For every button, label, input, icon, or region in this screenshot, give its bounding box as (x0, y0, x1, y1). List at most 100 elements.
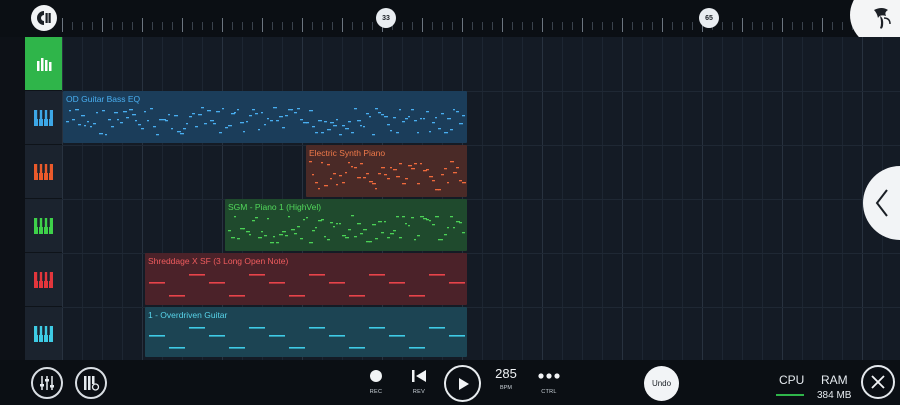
clip-name: OD Guitar Bass EQ (66, 94, 141, 104)
timeline-bar[interactable]: 33 65 (0, 0, 900, 50)
channel-rack-icon (84, 376, 100, 391)
ruler-tick (332, 22, 333, 30)
ruler-tick (232, 22, 233, 30)
mixer-sliders-icon (40, 376, 54, 390)
ruler-tick (752, 22, 753, 30)
ruler-tick (312, 22, 313, 30)
fl-logo-icon (37, 11, 51, 25)
ruler-tick-major (622, 18, 623, 32)
track-header-5[interactable] (25, 307, 62, 361)
ruler-tick (472, 22, 473, 30)
piano-keys-icon (33, 217, 53, 234)
bar-marker-33: 33 (376, 8, 396, 28)
ram-value: 384 MB (817, 390, 852, 401)
ruler-tick (552, 22, 553, 30)
track-header-1[interactable] (25, 91, 62, 145)
track-header-2[interactable] (25, 145, 62, 199)
cpu-label: CPU (779, 373, 805, 387)
ruler-tick (532, 22, 533, 30)
track-divider (62, 145, 900, 146)
ruler-tick (652, 22, 653, 30)
ruler-tick-major (342, 18, 343, 32)
ctrl-button[interactable]: CTRL (529, 363, 569, 403)
ruler-tick (732, 22, 733, 30)
record-button[interactable]: REC (356, 363, 396, 403)
close-icon (871, 375, 885, 389)
ruler-tick (802, 22, 803, 30)
ruler-tick-major (142, 18, 143, 32)
ruler-tick-major (262, 18, 263, 32)
ruler-tick (72, 22, 73, 30)
undo-button[interactable]: Undo (644, 366, 679, 401)
app-menu-button[interactable] (31, 5, 57, 31)
ruler-tick (812, 22, 813, 30)
clip-name: Electric Synth Piano (309, 148, 386, 158)
ruler-tick-major (542, 18, 543, 32)
fl-fruit-icon (874, 8, 891, 29)
ruler-tick (112, 22, 113, 30)
fl-studio-mobile-playlist: 33 65 OD Guitar Bass EQ Electric Synth P… (0, 0, 900, 405)
timeline-ruler[interactable] (62, 18, 900, 32)
ruler-tick (482, 22, 483, 30)
ruler-tick (592, 22, 593, 30)
ruler-tick-major (742, 18, 743, 32)
mixer-bars-icon (36, 57, 51, 71)
ruler-tick (682, 22, 683, 30)
clip-overdriven-guitar[interactable]: 1 - Overdriven Guitar (145, 307, 467, 357)
ruler-tick-major (102, 18, 103, 32)
rewind-button[interactable]: REV (399, 363, 439, 403)
ruler-tick (832, 22, 833, 30)
ruler-tick (172, 22, 173, 30)
clip-name: 1 - Overdriven Guitar (148, 310, 228, 320)
ruler-tick (452, 22, 453, 30)
ruler-tick (492, 22, 493, 30)
ruler-tick (352, 22, 353, 30)
track-header-3[interactable] (25, 199, 62, 253)
ruler-tick (412, 22, 413, 30)
play-icon (458, 377, 469, 390)
ruler-tick-major (462, 18, 463, 32)
track-header-4[interactable] (25, 253, 62, 307)
clip-electric-synth-piano[interactable]: Electric Synth Piano (306, 145, 467, 197)
ruler-tick (242, 22, 243, 30)
ruler-tick (572, 22, 573, 30)
ruler-tick-major (222, 18, 223, 32)
play-button[interactable] (444, 365, 481, 402)
ruler-tick (362, 22, 363, 30)
ram-label: RAM (821, 373, 848, 387)
track-header-column (25, 37, 62, 361)
chevron-left-icon (875, 189, 888, 217)
ruler-tick (192, 22, 193, 30)
bpm-label: BPM (500, 385, 512, 391)
ruler-tick (402, 22, 403, 30)
ruler-tick (252, 22, 253, 30)
ruler-tick (602, 22, 603, 30)
ruler-tick-major (822, 18, 823, 32)
ruler-tick (522, 22, 523, 30)
piano-keys-icon (33, 163, 53, 180)
ruler-tick (152, 22, 153, 30)
ruler-tick-major (582, 18, 583, 32)
ruler-tick (672, 22, 673, 30)
ruler-tick (512, 22, 513, 30)
channel-rack-button[interactable] (75, 367, 107, 399)
clip-name: Shreddage X SF (3 Long Open Note) (148, 256, 289, 266)
cpu-usage-bar (776, 394, 804, 396)
ruler-tick (282, 22, 283, 30)
clip-shreddage-x-sf[interactable]: Shreddage X SF (3 Long Open Note) (145, 253, 467, 305)
mixer-button[interactable] (31, 367, 63, 399)
ruler-tick (162, 22, 163, 30)
track-header-pattern[interactable] (25, 37, 62, 91)
playlist-grid[interactable]: OD Guitar Bass EQ Electric Synth Piano S… (62, 37, 900, 360)
more-dots-icon (538, 373, 560, 379)
piano-keys-icon (33, 109, 53, 126)
tempo-control[interactable]: 285 BPM (489, 366, 523, 391)
ruler-tick (272, 22, 273, 30)
ruler-tick (132, 22, 133, 30)
ruler-tick (772, 22, 773, 30)
clip-od-guitar-bass-eq[interactable]: OD Guitar Bass EQ (63, 91, 467, 143)
ruler-tick-major (662, 18, 663, 32)
ruler-tick (122, 22, 123, 30)
close-button[interactable] (861, 365, 895, 399)
clip-sgm-piano[interactable]: SGM - Piano 1 (HighVel) (225, 199, 467, 251)
